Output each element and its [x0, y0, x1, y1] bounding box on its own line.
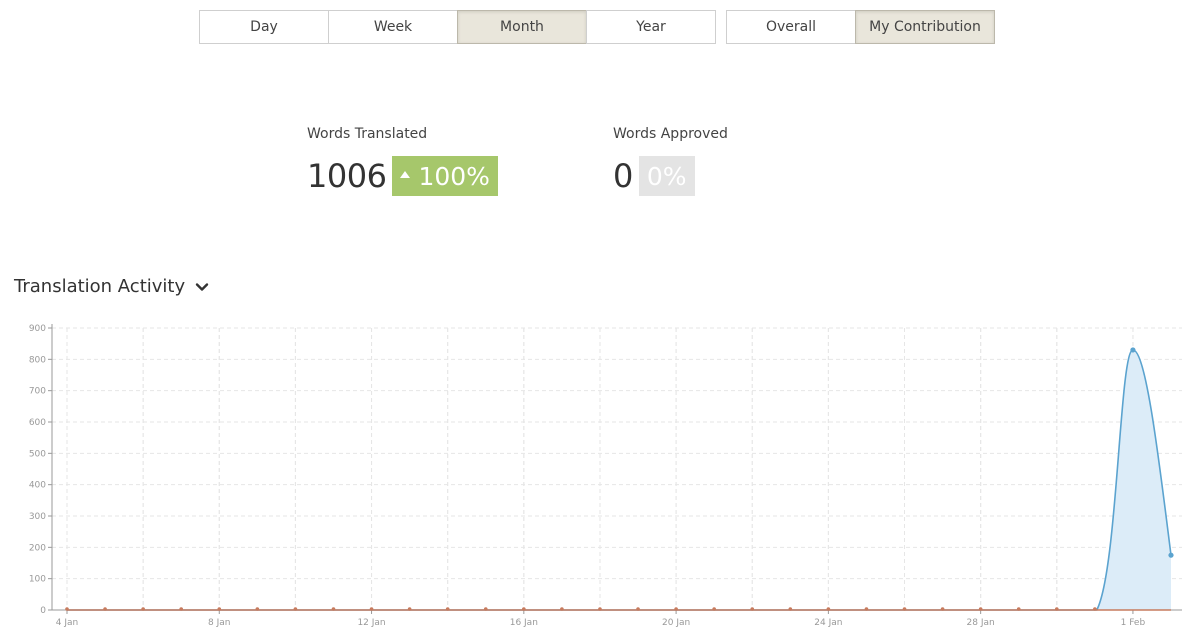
approved-data-point [179, 607, 184, 611]
translation-activity-chart: 0 100 200 300 400 500 600 700 800 900 4 Jan 8 Jan 12… [29, 324, 1182, 628]
words-approved-stat: Words Approved 0 0% [613, 126, 728, 196]
approved-data-point [598, 607, 602, 611]
approved-data-point [65, 607, 69, 611]
approved-data-point [255, 607, 260, 611]
approved-data-point [750, 607, 755, 611]
approved-data-point [483, 607, 488, 611]
arrow-up-icon [400, 170, 411, 178]
y-tick-label: 500 [29, 449, 46, 459]
approved-data-point [141, 607, 145, 611]
approved-data-point [864, 607, 869, 611]
approved-data-point [217, 607, 222, 611]
x-tick-label: 8 Jan [208, 618, 230, 628]
scope-selector: Overall My Contribution [726, 10, 995, 44]
words-translated-change: 100% [418, 161, 490, 191]
approved-data-point [407, 607, 412, 611]
words-approved-value: 0 [613, 157, 633, 195]
approved-data-point [445, 607, 450, 611]
tab-month[interactable]: Month [457, 10, 587, 44]
y-tick-label: 400 [29, 481, 46, 491]
y-tick-label: 300 [29, 512, 46, 522]
approved-data-point [293, 607, 298, 611]
translated-data-point [1130, 347, 1136, 353]
x-tick-label: 12 Jan [357, 618, 385, 628]
x-tick-label: 16 Jan [510, 618, 538, 628]
tab-week[interactable]: Week [328, 10, 458, 44]
translated-series-line [67, 349, 1172, 611]
y-tick-label: 0 [40, 606, 46, 616]
approved-data-point [1054, 607, 1059, 611]
period-selector: Day Week Month Year [199, 10, 716, 44]
approved-data-point [369, 607, 374, 611]
y-tick-label: 700 [29, 387, 46, 397]
y-tick-label: 900 [29, 324, 46, 334]
approved-data-point [978, 607, 983, 611]
approved-data-point [636, 607, 640, 611]
x-tick-label: 24 Jan [814, 618, 842, 628]
tab-my-contribution[interactable]: My Contribution [855, 10, 995, 44]
x-tick-label: 1 Feb [1121, 618, 1146, 628]
words-approved-label: Words Approved [613, 126, 728, 142]
y-tick-label: 600 [29, 418, 46, 428]
words-approved-change: 0% [646, 161, 687, 191]
approved-data-point [712, 607, 716, 611]
approved-data-point [560, 607, 564, 611]
y-tick-label: 800 [29, 355, 46, 365]
words-translated-label: Words Translated [307, 126, 428, 142]
words-approved-change-badge: 0% [638, 156, 695, 196]
words-translated-stat: Words Translated 1006 100% [307, 126, 498, 196]
x-tick-label: 28 Jan [967, 618, 995, 628]
translated-data-point [1168, 552, 1174, 558]
approved-data-point [674, 607, 678, 611]
y-tick-label: 100 [29, 575, 46, 585]
words-translated-value: 1006 [307, 157, 387, 195]
tab-year[interactable]: Year [586, 10, 716, 44]
x-tick-label: 4 Jan [56, 618, 78, 628]
translation-activity-title: Translation Activity [14, 276, 186, 297]
approved-data-point [1016, 607, 1021, 611]
approved-data-point [826, 607, 831, 611]
stats-page: Day Week Month Year Overall My Contribut… [0, 0, 1195, 632]
approved-data-point [940, 607, 945, 611]
tab-day[interactable]: Day [199, 10, 329, 44]
translation-activity-toggle[interactable]: Translation Activity [14, 276, 209, 297]
approved-data-point [1093, 607, 1097, 611]
words-translated-change-badge: 100% [392, 156, 498, 196]
approved-data-point [788, 607, 793, 611]
approved-data-point [103, 607, 107, 611]
chevron-down-icon [195, 282, 209, 291]
approved-data-point [522, 607, 526, 611]
translated-area-fill [67, 349, 1171, 610]
tab-overall[interactable]: Overall [726, 10, 856, 44]
approved-data-point [902, 607, 907, 611]
y-tick-label: 200 [29, 543, 46, 553]
x-tick-label: 20 Jan [662, 618, 690, 628]
approved-data-point [331, 607, 336, 611]
